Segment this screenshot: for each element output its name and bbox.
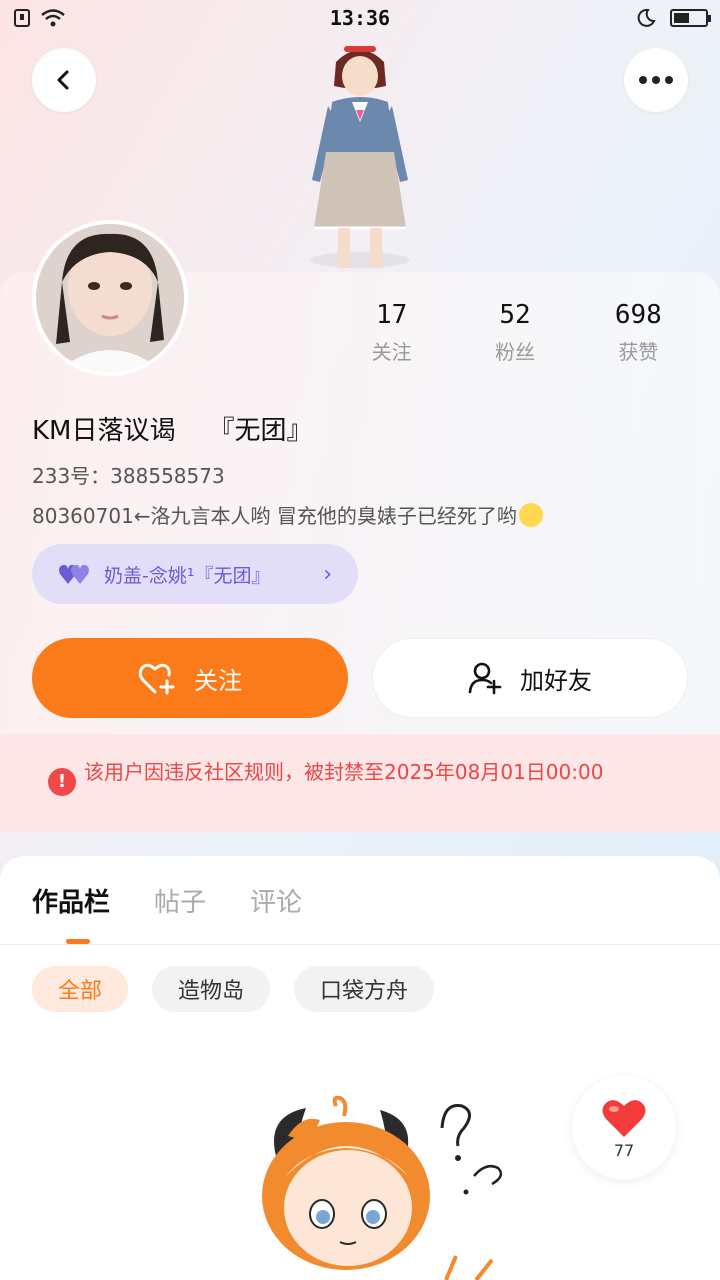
stat-value: 17 — [376, 300, 408, 330]
follow-label: 关注 — [194, 666, 242, 695]
ban-notice-banner: ! 该用户因违反社区规则，被封禁至2025年08月01日00:00 — [0, 734, 720, 832]
tab-works[interactable]: 作品栏 — [32, 882, 110, 919]
status-time: 13:36 — [329, 6, 391, 30]
heart-icon — [602, 1099, 646, 1137]
stats-row: 17 关注 52 粉丝 698 获赞 — [330, 300, 700, 365]
username: KM日落议谒 『无团』 — [32, 416, 313, 446]
back-button[interactable] — [32, 48, 96, 112]
filter-chip-creation-island[interactable]: 造物岛 — [152, 966, 271, 1012]
character-illustration — [310, 46, 410, 268]
divider — [0, 944, 720, 945]
filter-chips: 全部 造物岛 口袋方舟 — [32, 966, 435, 1012]
user-id: 233号：388558573 — [32, 464, 225, 488]
filter-chip-all[interactable]: 全部 — [32, 966, 129, 1012]
like-count: 77 — [613, 1140, 635, 1160]
stat-followers[interactable]: 52 粉丝 — [453, 300, 576, 365]
tab-bar: 作品栏 帖子 评论 — [32, 882, 302, 919]
battery-icon — [670, 9, 711, 27]
stat-likes[interactable]: 698 获赞 — [577, 300, 700, 365]
bio-text: 80360701←洛九言本人哟 冒充他的臭婊子已经死了哟 — [32, 504, 517, 528]
moon-icon — [637, 8, 656, 27]
chevron-left-icon — [57, 70, 69, 90]
heart-pair-icon — [59, 564, 89, 584]
relation-label: 奶盖-念姚¹『无团』 — [104, 564, 271, 587]
add-user-icon — [468, 662, 502, 695]
tab-posts[interactable]: 帖子 — [154, 882, 206, 919]
relation-pill[interactable]: 奶盖-念姚¹『无团』 › — [32, 544, 358, 604]
bio: 80360701←洛九言本人哟 冒充他的臭婊子已经死了哟 — [32, 500, 543, 529]
heart-plus-icon — [138, 663, 175, 695]
avatar[interactable] — [32, 220, 188, 376]
chevron-right-icon: › — [323, 561, 332, 587]
stat-label: 粉丝 — [494, 340, 535, 364]
status-bar: 13:36 — [0, 0, 720, 36]
eye-roll-emoji-icon — [518, 503, 543, 527]
ban-notice-text: 该用户因违反社区规则，被封禁至2025年08月01日00:00 — [84, 760, 604, 784]
avatar-photo — [36, 224, 184, 372]
stat-label: 获赞 — [618, 340, 659, 364]
alert-icon: ! — [48, 768, 76, 796]
empty-state-mascot — [262, 1096, 503, 1280]
add-friend-button[interactable]: 加好友 — [372, 638, 688, 718]
floating-like-button[interactable]: 77 — [572, 1076, 676, 1180]
filter-chip-pocket-ark[interactable]: 口袋方舟 — [294, 966, 435, 1012]
add-friend-label: 加好友 — [520, 666, 592, 695]
content-panel: 作品栏 帖子 评论 全部 造物岛 口袋方舟 — [0, 856, 720, 1280]
stat-value: 52 — [499, 300, 531, 330]
stat-label: 关注 — [371, 340, 412, 364]
stat-following[interactable]: 17 关注 — [330, 300, 453, 365]
tab-comments[interactable]: 评论 — [250, 882, 302, 919]
more-button[interactable] — [624, 48, 688, 112]
stat-value: 698 — [614, 300, 662, 330]
follow-button[interactable]: 关注 — [32, 638, 348, 718]
more-dots-icon — [639, 76, 673, 84]
